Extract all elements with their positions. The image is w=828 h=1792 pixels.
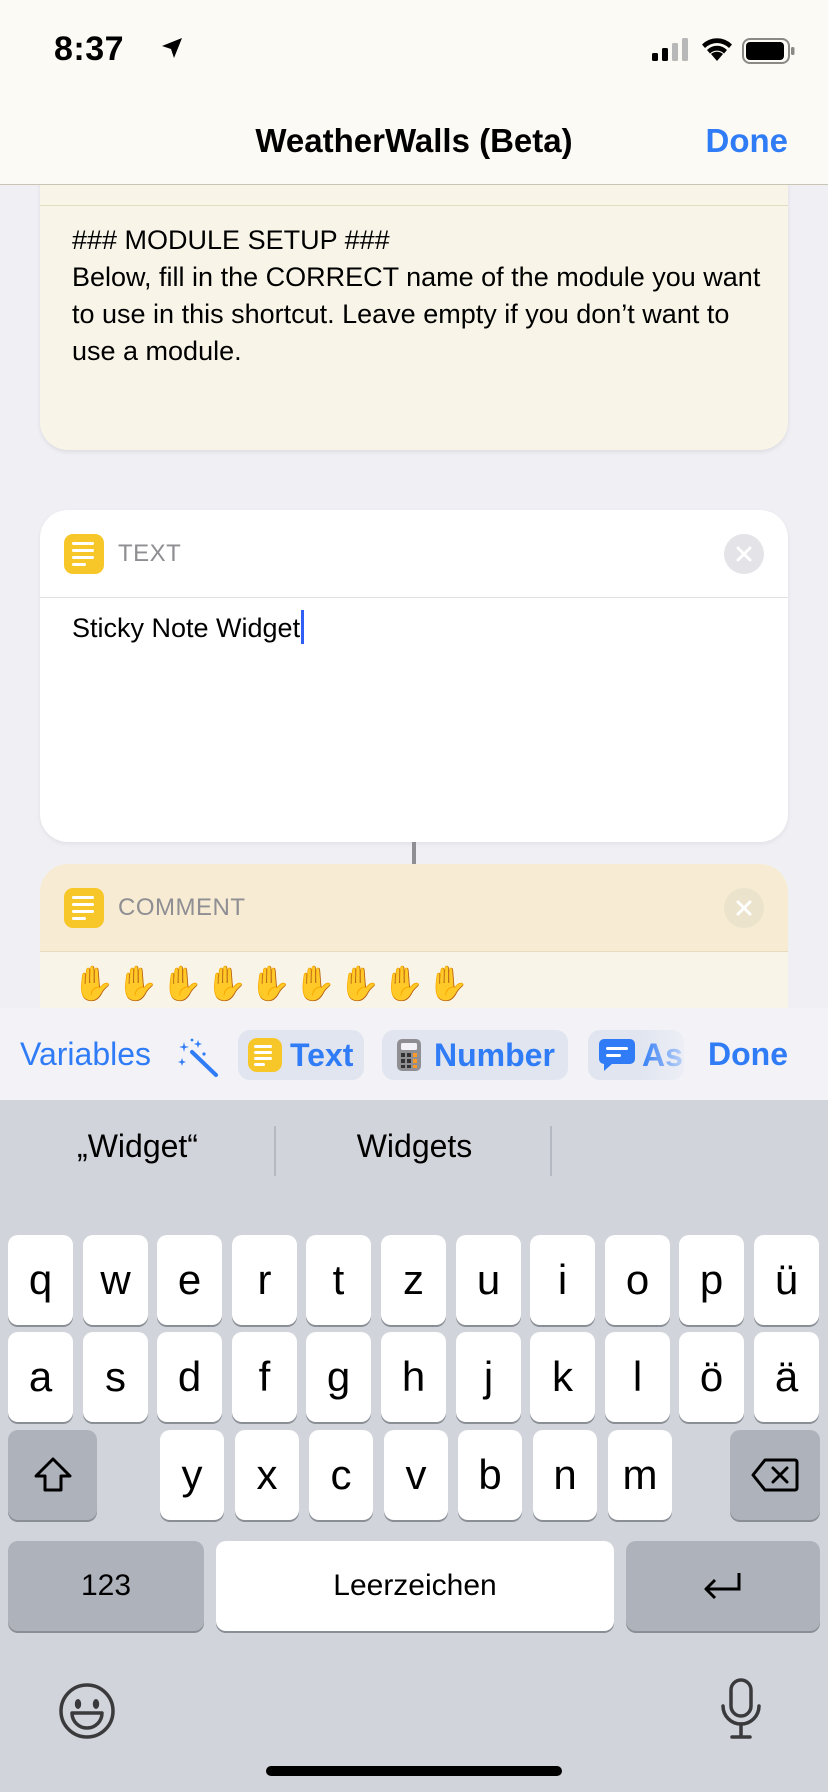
shift-key[interactable]	[8, 1430, 97, 1520]
navigation-bar: WeatherWalls (Beta) Done	[0, 100, 828, 185]
suggestion-2[interactable]: Widgets	[277, 1128, 552, 1165]
key-x[interactable]: x	[235, 1430, 299, 1520]
page-title: WeatherWalls (Beta)	[255, 122, 573, 159]
cellular-signal-icon	[652, 38, 688, 61]
text-input-field[interactable]: Sticky Note Widget	[72, 610, 305, 647]
key-i[interactable]: i	[530, 1235, 595, 1325]
key-q[interactable]: q	[8, 1235, 73, 1325]
number-variable-button[interactable]: Number	[382, 1030, 568, 1080]
key-j[interactable]: j	[456, 1332, 521, 1422]
variables-button[interactable]: Variables	[20, 1036, 151, 1073]
shift-icon	[34, 1457, 71, 1492]
status-bar: 8:37	[0, 0, 828, 100]
space-key[interactable]: Leerzeichen	[216, 1541, 614, 1631]
key-v[interactable]: v	[384, 1430, 448, 1520]
key-z[interactable]: z	[381, 1235, 446, 1325]
remove-action-button[interactable]	[724, 888, 764, 928]
return-key[interactable]	[626, 1541, 820, 1631]
key-w[interactable]: w	[83, 1235, 148, 1325]
key-t[interactable]: t	[306, 1235, 371, 1325]
key-l[interactable]: l	[605, 1332, 670, 1422]
remove-action-button[interactable]	[724, 534, 764, 574]
key-u[interactable]: u	[456, 1235, 521, 1325]
key-n[interactable]: n	[533, 1430, 597, 1520]
text-cursor	[301, 610, 305, 644]
action-connector	[412, 842, 416, 864]
key-h[interactable]: h	[381, 1332, 446, 1422]
text-input-value: Sticky Note Widget	[72, 613, 301, 644]
key-b[interactable]: b	[458, 1430, 522, 1520]
key-ä[interactable]: ä	[754, 1332, 819, 1422]
text-action-card[interactable]: TEXT Sticky Note Widget	[40, 510, 788, 842]
autocorrect-suggestions: „Widget“ Widgets	[0, 1100, 828, 1192]
key-k[interactable]: k	[530, 1332, 595, 1422]
suggestion-divider	[274, 1126, 276, 1176]
key-o[interactable]: o	[605, 1235, 670, 1325]
key-f[interactable]: f	[232, 1332, 297, 1422]
key-p[interactable]: p	[679, 1235, 744, 1325]
emoji-icon[interactable]	[58, 1682, 116, 1740]
card-divider	[40, 205, 788, 206]
suggestion-divider	[550, 1126, 552, 1176]
key-d[interactable]: d	[157, 1332, 222, 1422]
keyboard: „Widget“ Widgets qwertzuiopü asdfghjklöä…	[0, 1100, 828, 1792]
close-icon	[736, 546, 752, 562]
comment-text[interactable]: ### MODULE SETUP ### Below, fill in the …	[72, 222, 762, 370]
magic-wand-icon[interactable]	[178, 1038, 220, 1078]
suggestion-1[interactable]: „Widget“	[0, 1128, 275, 1165]
key-c[interactable]: c	[309, 1430, 373, 1520]
key-r[interactable]: r	[232, 1235, 297, 1325]
toolbar-fade	[640, 1008, 700, 1100]
numbers-key[interactable]: 123	[8, 1541, 204, 1631]
microphone-icon[interactable]	[718, 1678, 764, 1742]
done-button[interactable]: Done	[706, 122, 789, 160]
home-indicator	[266, 1766, 562, 1776]
comment-action-card[interactable]: ### MODULE SETUP ### Below, fill in the …	[40, 150, 788, 450]
delete-key[interactable]	[730, 1430, 820, 1520]
key-m[interactable]: m	[608, 1430, 672, 1520]
clock: 8:37	[54, 30, 125, 68]
variables-toolbar: Variables Text Number As Done	[0, 1008, 828, 1100]
action-type-label: COMMENT	[118, 894, 246, 921]
comment-emoji-text[interactable]: ✋✋✋✋✋✋✋✋✋	[72, 964, 471, 1004]
key-a[interactable]: a	[8, 1332, 73, 1422]
return-icon	[704, 1573, 741, 1600]
key-y[interactable]: y	[160, 1430, 224, 1520]
card-divider	[40, 597, 788, 598]
location-arrow-icon	[162, 38, 182, 58]
wifi-icon	[702, 38, 732, 61]
action-type-label: TEXT	[118, 540, 182, 567]
key-g[interactable]: g	[306, 1332, 371, 1422]
number-variable-label: Number	[434, 1036, 555, 1073]
text-variable-label: Text	[290, 1036, 354, 1073]
close-icon	[736, 900, 752, 916]
key-ü[interactable]: ü	[754, 1235, 819, 1325]
delete-icon	[751, 1458, 799, 1492]
keyboard-done-button[interactable]: Done	[708, 1036, 788, 1073]
comment-action-icon	[64, 888, 104, 928]
battery-icon	[742, 38, 795, 64]
text-action-icon	[64, 534, 104, 574]
text-variable-button[interactable]: Text	[238, 1030, 364, 1080]
key-s[interactable]: s	[83, 1332, 148, 1422]
key-ö[interactable]: ö	[679, 1332, 744, 1422]
comment-action-card-2[interactable]: COMMENT ✋✋✋✋✋✋✋✋✋	[40, 864, 788, 1010]
key-e[interactable]: e	[157, 1235, 222, 1325]
text-action-icon	[248, 1038, 282, 1072]
calculator-icon	[397, 1039, 421, 1071]
message-bubble-icon	[599, 1039, 635, 1071]
